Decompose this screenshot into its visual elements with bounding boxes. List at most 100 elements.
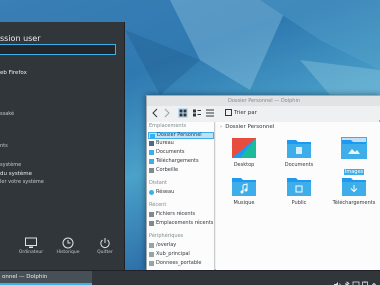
volume-icon[interactable]	[334, 274, 342, 285]
desktop-folder-icon	[232, 138, 256, 158]
sidebar-item-label: Réseau	[156, 189, 175, 195]
launcher-item-firefox[interactable]: eb Firefox	[0, 70, 27, 76]
file-item-label: Documents	[284, 162, 314, 168]
clock-icon	[62, 234, 74, 249]
sidebar-item-device[interactable]: Xub_principal	[148, 251, 214, 258]
sidebar-item-label: Dossier Personnel	[157, 132, 202, 138]
file-item-label: Desktop	[233, 162, 255, 168]
compact-view-button[interactable]	[192, 108, 202, 118]
drive-icon	[149, 243, 154, 248]
taskbar-task-dolphin[interactable]: onnel — Dolphin	[0, 271, 92, 285]
file-item-label: Images	[343, 169, 365, 175]
sidebar-item-label: /overlay	[156, 242, 177, 248]
sidebar-item-network[interactable]: Réseau	[148, 189, 214, 196]
places-section-title: Emplacements	[149, 123, 187, 129]
taskbar: onnel — Dolphin	[0, 270, 380, 285]
sidebar-item-label: Documents	[156, 149, 185, 155]
places-panel: Emplacements Dossier Personnel Bureau Do…	[147, 122, 215, 271]
compact-view-icon	[193, 109, 201, 117]
power-icon	[99, 234, 111, 248]
sidebar-item-downloads[interactable]: Téléchargements	[148, 158, 214, 165]
clipboard-icon[interactable]	[361, 274, 369, 285]
sidebar-item-documents[interactable]: Documents	[148, 149, 214, 156]
home-icon	[150, 134, 155, 139]
trash-icon	[149, 168, 154, 173]
launcher-item[interactable]: nts	[0, 143, 8, 149]
quit-tab[interactable]: Quitter	[90, 234, 120, 255]
sidebar-item-device[interactable]: Donnees_portable	[148, 260, 214, 267]
downloads-icon	[149, 159, 154, 164]
chevron-right-icon: ›	[220, 124, 223, 130]
breadcrumb[interactable]: › Dossier Personnel	[220, 124, 274, 130]
monitor-icon	[25, 234, 37, 248]
launcher-item[interactable]: ler votre système	[0, 179, 44, 185]
sidebar-item-label: Téléchargements	[156, 158, 199, 164]
sidebar-item-home[interactable]: Dossier Personnel	[148, 132, 214, 139]
breadcrumb-label: Dossier Personnel	[225, 124, 275, 130]
launcher-item-system[interactable]: du système	[0, 171, 32, 177]
sidebar-item-label: Bureau	[156, 140, 174, 146]
music-folder-icon	[232, 176, 256, 196]
sidebar-item-desktop[interactable]: Bureau	[148, 140, 214, 147]
history-tab-label: Historique	[56, 250, 80, 255]
sidebar-item-trash[interactable]: Corbeille	[148, 167, 214, 174]
launcher-user-title: ssion user	[0, 34, 41, 43]
icons-view-button[interactable]	[178, 108, 188, 118]
computer-tab-label: Ordinateur	[18, 250, 44, 255]
sort-button[interactable]: Trier par	[225, 108, 257, 118]
file-item-documents[interactable]: Documents	[277, 138, 321, 168]
launcher-search-input[interactable]	[0, 44, 116, 55]
places-section-title: Périphériques	[149, 233, 184, 239]
drive-icon	[149, 252, 154, 257]
arrow-right-icon	[164, 108, 170, 118]
forward-button[interactable]	[163, 108, 171, 118]
documents-icon	[149, 150, 154, 155]
sidebar-item-label: Donnees_portable	[156, 260, 202, 266]
file-item-downloads[interactable]: Téléchargements	[332, 176, 376, 206]
bluetooth-icon[interactable]	[343, 274, 351, 285]
places-section-title: Récent	[149, 202, 167, 208]
file-item-public[interactable]: Public	[277, 176, 321, 206]
file-item-music[interactable]: Musique	[222, 176, 266, 206]
toolbar: Trier par	[147, 106, 380, 120]
arrow-left-icon	[152, 108, 158, 118]
downloads-folder-icon	[342, 176, 366, 196]
split-icon	[225, 109, 232, 116]
launcher-actions: Ordinateur Historique Quitter	[0, 234, 125, 266]
window-title[interactable]: Dossier Personnel — Dolphin	[147, 96, 380, 106]
file-item-label: Public	[291, 200, 307, 206]
images-folder-icon	[341, 137, 367, 159]
sidebar-item-recent-files[interactable]: Fichiers récents	[148, 211, 214, 218]
places-section-title: Distant	[149, 180, 167, 186]
recent-locations-icon	[149, 221, 154, 226]
file-item-label: Musique	[233, 200, 255, 206]
desktop-icon	[149, 141, 154, 146]
sidebar-item-label: Fichiers récents	[156, 211, 196, 217]
sidebar-item-label: Emplacements récents	[156, 220, 214, 226]
quit-tab-label: Quitter	[97, 250, 113, 255]
history-tab[interactable]: Historique	[53, 234, 83, 255]
file-item-label: Téléchargements	[332, 200, 376, 206]
launcher-item[interactable]: ssaké	[0, 111, 14, 117]
sidebar-item-label: Xub_principal	[156, 251, 190, 257]
network-icon	[149, 190, 154, 195]
sidebar-item-recent-locations[interactable]: Emplacements récents	[148, 220, 214, 227]
file-item-images[interactable]: Images	[332, 137, 376, 177]
computer-tab[interactable]: Ordinateur	[16, 234, 46, 255]
sidebar-item-label: Corbeille	[156, 167, 179, 173]
launcher-item[interactable]: système	[0, 162, 21, 168]
grid-view-icon	[178, 108, 188, 118]
recent-files-icon	[149, 212, 154, 217]
back-button[interactable]	[151, 108, 159, 118]
drive-icon	[149, 261, 154, 266]
public-folder-icon	[287, 176, 311, 196]
network-icon[interactable]	[352, 274, 360, 285]
expand-tray-icon[interactable]	[370, 274, 378, 285]
details-view-button[interactable]	[205, 108, 215, 118]
details-view-icon	[206, 109, 214, 117]
file-item-desktop[interactable]: Desktop	[222, 138, 266, 168]
application-launcher: ssion user eb Firefox ssaké nts système …	[0, 22, 125, 270]
sort-label: Trier par	[234, 110, 257, 116]
file-view: › Dossier Personnel Desktop Documents Ima…	[216, 122, 380, 271]
sidebar-item-device[interactable]: /overlay	[148, 242, 214, 249]
